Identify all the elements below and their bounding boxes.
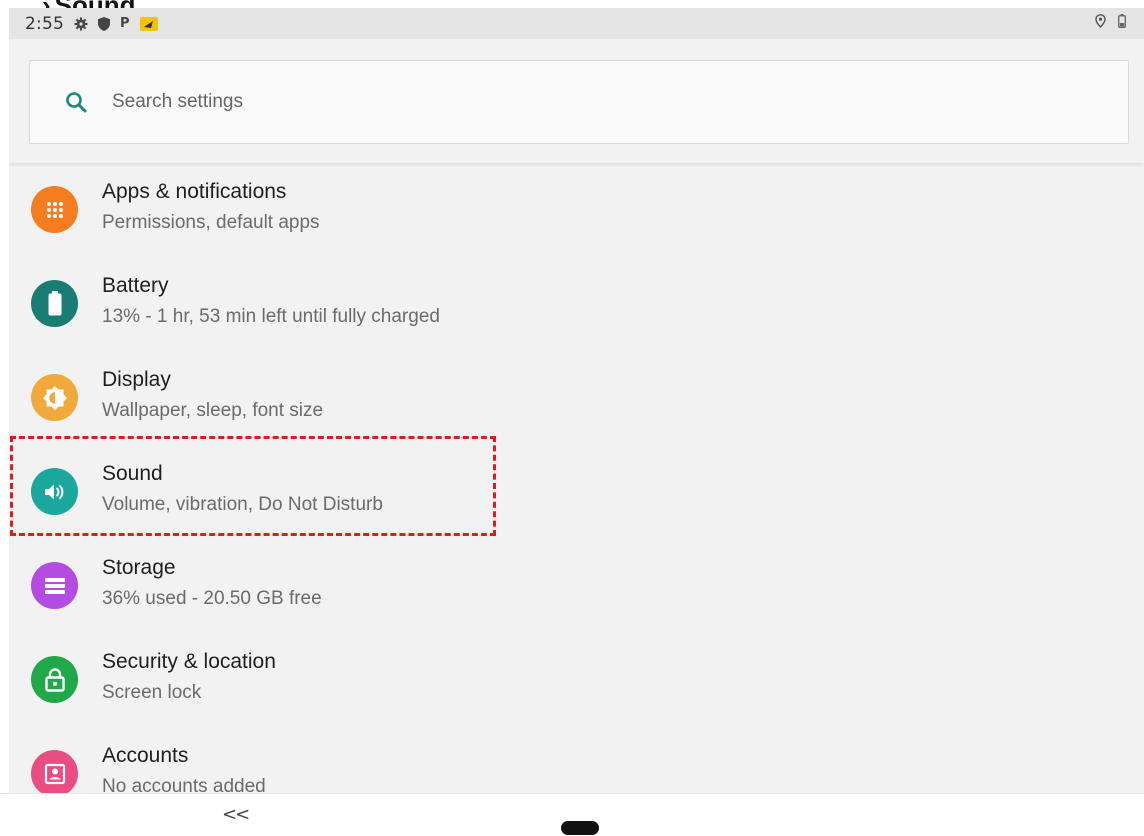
gear-icon bbox=[74, 17, 88, 31]
item-subtitle: Permissions, default apps bbox=[102, 212, 320, 233]
lock-icon bbox=[31, 656, 78, 703]
parking-icon: P bbox=[119, 16, 130, 31]
settings-item-battery[interactable]: Battery 13% - 1 hr, 53 min left until fu… bbox=[9, 262, 1144, 356]
settings-screen: 2:55 P Search settings Apps & notificati… bbox=[9, 8, 1144, 793]
settings-item-storage[interactable]: Storage 36% used - 20.50 GB free bbox=[9, 544, 1144, 638]
item-title: Storage bbox=[102, 556, 176, 579]
item-title: Security & location bbox=[102, 650, 276, 673]
item-subtitle: No accounts added bbox=[102, 776, 266, 793]
status-bar: 2:55 P bbox=[9, 8, 1144, 39]
item-title: Accounts bbox=[102, 744, 189, 767]
item-subtitle: Wallpaper, sleep, font size bbox=[102, 400, 324, 421]
status-right-icons bbox=[1095, 8, 1126, 39]
status-icons: P bbox=[74, 16, 158, 31]
item-subtitle: 13% - 1 hr, 53 min left until fully char… bbox=[102, 306, 440, 327]
status-time: 2:55 bbox=[25, 13, 64, 34]
item-title: Battery bbox=[102, 274, 169, 297]
item-subtitle: 36% used - 20.50 GB free bbox=[102, 588, 322, 609]
notification-icon bbox=[139, 16, 158, 31]
battery-icon bbox=[31, 280, 78, 327]
search-icon bbox=[66, 92, 87, 113]
settings-item-apps-notifications[interactable]: Apps & notifications Permissions, defaul… bbox=[9, 168, 1144, 262]
home-button[interactable] bbox=[561, 821, 599, 835]
brightness-icon bbox=[31, 374, 78, 421]
back-button[interactable]: << bbox=[222, 804, 250, 825]
settings-item-sound[interactable]: Sound Volume, vibration, Do Not Disturb bbox=[9, 450, 1144, 544]
item-title: Apps & notifications bbox=[102, 180, 287, 203]
account-icon bbox=[31, 750, 78, 793]
item-title: Sound bbox=[102, 462, 163, 485]
battery-status-icon bbox=[1118, 14, 1126, 33]
shield-icon bbox=[97, 16, 110, 31]
item-title: Display bbox=[102, 368, 171, 391]
storage-icon bbox=[31, 562, 78, 609]
apps-grid-icon bbox=[31, 186, 78, 233]
settings-item-display[interactable]: Display Wallpaper, sleep, font size bbox=[9, 356, 1144, 450]
volume-icon bbox=[31, 468, 78, 515]
navigation-bar: << bbox=[0, 793, 1144, 836]
item-subtitle: Screen lock bbox=[102, 682, 202, 703]
location-icon bbox=[1095, 14, 1106, 33]
screen: ›Sound 2:55 P bbox=[0, 0, 1144, 836]
search-input[interactable] bbox=[112, 91, 712, 113]
item-subtitle: Volume, vibration, Do Not Disturb bbox=[102, 494, 383, 515]
settings-item-accounts[interactable]: Accounts No accounts added bbox=[9, 732, 1144, 793]
search-bar[interactable] bbox=[29, 60, 1129, 144]
search-bar-container bbox=[9, 39, 1144, 163]
settings-item-security-location[interactable]: Security & location Screen lock bbox=[9, 638, 1144, 732]
